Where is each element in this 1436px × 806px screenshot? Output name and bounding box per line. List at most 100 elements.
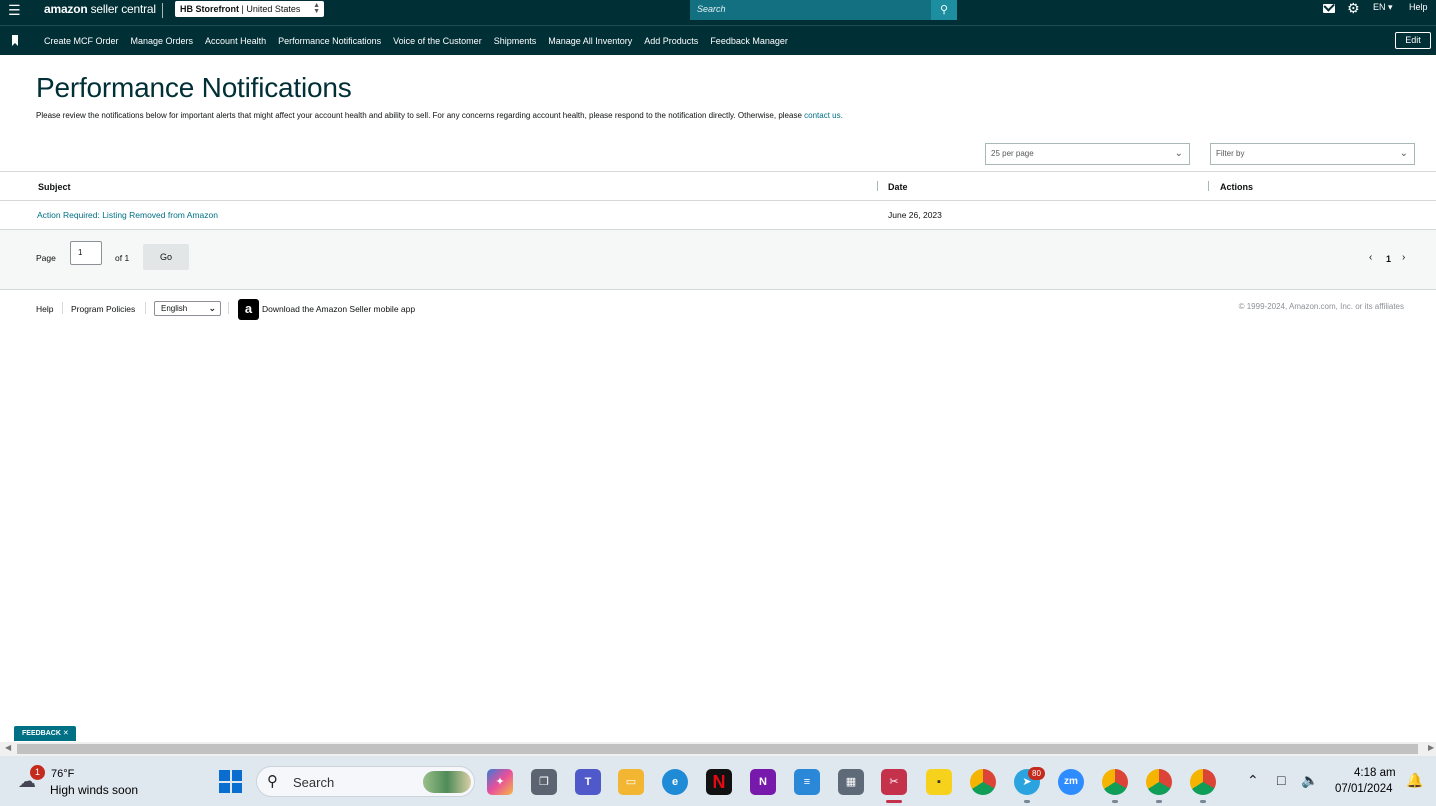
chrome-profile-icon[interactable] [1146, 769, 1172, 795]
language-selector[interactable]: EN ▾ [1373, 2, 1393, 13]
logo-product: seller central [90, 2, 156, 16]
edit-nav-button[interactable]: Edit [1395, 32, 1431, 49]
file-explorer-icon[interactable]: ▭ [618, 769, 644, 795]
app-running-indicator [1200, 800, 1206, 803]
caret-down-icon: ▾ [1388, 2, 1393, 12]
bookmark-icon[interactable] [12, 35, 18, 46]
windows-taskbar: ☁ 1 76°F High winds soon ⚲ Search ✦ ❐ T … [0, 756, 1436, 806]
download-app-link[interactable]: Download the Amazon Seller mobile app [262, 304, 415, 314]
column-date[interactable]: Date [888, 182, 908, 192]
footer-language-value: English [161, 304, 188, 313]
page-link-current[interactable]: 1 [1386, 254, 1391, 264]
logo-brand: amazon [44, 2, 88, 16]
teams-icon[interactable]: T [575, 769, 601, 795]
filter-placeholder: Filter by [1216, 149, 1245, 158]
amazon-app-icon[interactable]: a [238, 299, 259, 320]
notification-bell-icon[interactable]: 🔔 [1406, 772, 1423, 789]
language-label: EN [1373, 2, 1386, 12]
search-input[interactable]: Search [690, 0, 931, 20]
help-link[interactable]: Help [1409, 2, 1428, 12]
filter-by-select[interactable]: Filter by ⌄ [1210, 143, 1415, 165]
snipping-tool-icon[interactable]: ✂ [881, 769, 907, 795]
column-separator [877, 181, 878, 191]
sticky-notes-icon[interactable]: ▪ [926, 769, 952, 795]
onenote-icon[interactable]: N [750, 769, 776, 795]
program-policies-link[interactable]: Program Policies [71, 304, 135, 314]
nav-voice-of-customer[interactable]: Voice of the Customer [393, 36, 482, 46]
copilot-icon[interactable]: ✦ [487, 769, 513, 795]
per-page-value: 25 per page [991, 149, 1034, 158]
chevron-left-icon[interactable]: ‹ [1369, 252, 1372, 263]
page-of-label: of 1 [115, 253, 130, 263]
nav-feedback-manager[interactable]: Feedback Manager [710, 36, 788, 46]
nav-account-health[interactable]: Account Health [205, 36, 266, 46]
scrollbar-thumb[interactable] [17, 744, 1418, 754]
chevron-up-icon[interactable]: ⌃ [1247, 772, 1259, 789]
clock-date[interactable]: 07/01/2024 [1335, 783, 1393, 795]
nav-add-products[interactable]: Add Products [644, 36, 698, 46]
go-button[interactable]: Go [143, 244, 189, 270]
chevron-down-icon: ⌄ [208, 303, 216, 313]
network-icon[interactable]: □ [1277, 772, 1285, 788]
nav-shipments[interactable]: Shipments [494, 36, 537, 46]
intro-text: Please review the notifications below fo… [36, 111, 843, 120]
contact-us-link[interactable]: contact us. [804, 111, 843, 120]
per-page-select[interactable]: 25 per page ⌄ [985, 143, 1190, 165]
task-view-icon[interactable]: ❐ [531, 769, 557, 795]
page: ☰ amazon seller central HB Storefront | … [0, 0, 1436, 806]
chrome-icon[interactable] [970, 769, 996, 795]
feedback-tab[interactable]: FEEDBACK ✕ [14, 726, 76, 741]
table-header: Subject Date Actions [0, 171, 1436, 201]
seller-central-logo[interactable]: amazon seller central [44, 2, 156, 16]
nav-create-mcf-order[interactable]: Create MCF Order [44, 36, 119, 46]
windows-start-icon[interactable] [219, 770, 242, 793]
footer-language-select[interactable]: English ⌄ [154, 301, 221, 316]
nav-items: Create MCF Order Manage Orders Account H… [44, 36, 800, 46]
mail-icon[interactable] [1323, 4, 1335, 13]
column-actions: Actions [1220, 182, 1254, 192]
top-bar: ☰ amazon seller central HB Storefront | … [0, 0, 1436, 25]
notepad-icon[interactable]: ≡ [794, 769, 820, 795]
close-icon[interactable]: ✕ [63, 730, 69, 737]
horizontal-scrollbar[interactable]: ◀ ▶ [0, 742, 1436, 756]
page-label: Page [36, 253, 56, 263]
chrome-profile-icon[interactable] [1190, 769, 1216, 795]
intro-body: Please review the notifications below fo… [36, 111, 802, 120]
netflix-icon[interactable]: N [706, 769, 732, 795]
store-selector[interactable]: HB Storefront | United States ▲ ▼ [175, 1, 324, 17]
clock-time[interactable]: 4:18 am [1354, 767, 1396, 779]
page-number-input[interactable]: 1 [70, 241, 102, 265]
chevron-down-icon: ⌄ [1399, 148, 1408, 159]
store-separator: | [241, 4, 244, 14]
zoom-icon[interactable]: zm [1058, 769, 1084, 795]
calculator-icon[interactable]: ▦ [838, 769, 864, 795]
column-subject[interactable]: Subject [38, 182, 71, 192]
notification-subject-link[interactable]: Action Required: Listing Removed from Am… [37, 210, 218, 220]
updown-arrows-icon: ▲ ▼ [313, 2, 320, 15]
scroll-right-icon[interactable]: ▶ [1428, 743, 1434, 752]
hamburger-menu-icon[interactable]: ☰ [8, 3, 22, 17]
search-button[interactable]: ⚲ [931, 0, 957, 20]
chrome-profile-icon[interactable] [1102, 769, 1128, 795]
search-icon: ⚲ [939, 4, 949, 16]
nav-performance-notifications[interactable]: Performance Notifications [278, 36, 381, 46]
taskbar-search[interactable]: ⚲ Search [256, 766, 475, 797]
weather-badge: 1 [30, 765, 45, 780]
volume-icon[interactable]: 🔈 [1301, 772, 1318, 789]
chevron-right-icon[interactable]: › [1402, 252, 1405, 263]
copyright-text: © 1999-2024, Amazon.com, Inc. or its aff… [1238, 302, 1404, 311]
footer-help-link[interactable]: Help [36, 304, 53, 314]
weather-description[interactable]: High winds soon [50, 783, 138, 797]
edge-icon[interactable]: e [662, 769, 688, 795]
scroll-left-icon[interactable]: ◀ [5, 743, 11, 752]
footer-separator [228, 302, 229, 314]
nav-manage-all-inventory[interactable]: Manage All Inventory [548, 36, 632, 46]
feedback-label: FEEDBACK [22, 730, 61, 737]
nav-manage-orders[interactable]: Manage Orders [131, 36, 194, 46]
gear-icon[interactable]: ⚙ [1347, 0, 1360, 17]
footer-separator [145, 302, 146, 314]
pagination-bar: Page 1 of 1 Go ‹ 1 › [0, 230, 1436, 290]
table-row: Action Required: Listing Removed from Am… [0, 201, 1436, 230]
search-highlight-image [423, 771, 471, 793]
weather-temperature[interactable]: 76°F [51, 768, 74, 780]
